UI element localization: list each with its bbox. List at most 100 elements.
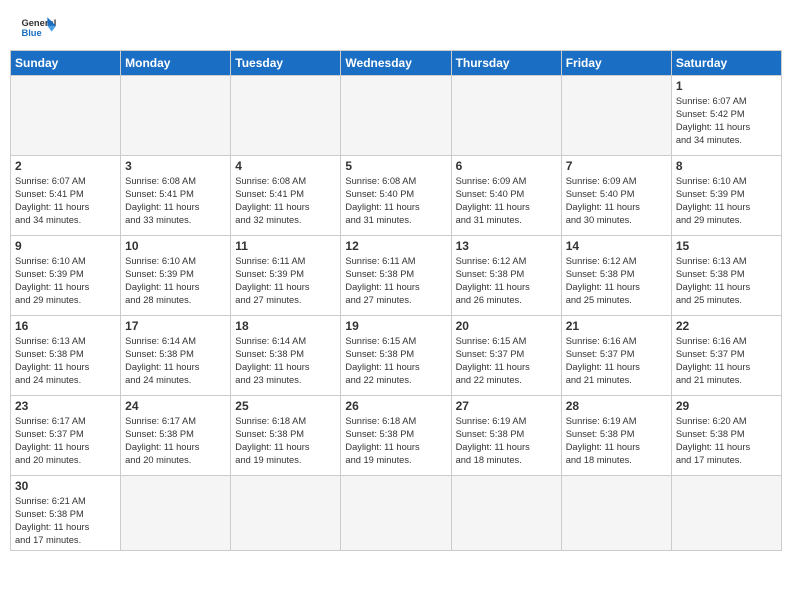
day-info: Sunrise: 6:21 AMSunset: 5:38 PMDaylight:…: [15, 495, 116, 547]
day-info: Sunrise: 6:08 AMSunset: 5:41 PMDaylight:…: [125, 175, 226, 227]
calendar-cell: 10 Sunrise: 6:10 AMSunset: 5:39 PMDayligh…: [121, 236, 231, 316]
day-info: Sunrise: 6:16 AMSunset: 5:37 PMDaylight:…: [566, 335, 667, 387]
calendar-cell: [561, 476, 671, 551]
calendar-cell: 7 Sunrise: 6:09 AMSunset: 5:40 PMDaylight…: [561, 156, 671, 236]
day-info: Sunrise: 6:09 AMSunset: 5:40 PMDaylight:…: [566, 175, 667, 227]
day-info: Sunrise: 6:11 AMSunset: 5:39 PMDaylight:…: [235, 255, 336, 307]
day-number: 25: [235, 399, 336, 413]
weekday-header-sunday: Sunday: [11, 51, 121, 76]
day-info: Sunrise: 6:15 AMSunset: 5:37 PMDaylight:…: [456, 335, 557, 387]
day-number: 6: [456, 159, 557, 173]
weekday-header-friday: Friday: [561, 51, 671, 76]
day-number: 19: [345, 319, 446, 333]
day-info: Sunrise: 6:12 AMSunset: 5:38 PMDaylight:…: [566, 255, 667, 307]
calendar-cell: [121, 476, 231, 551]
day-info: Sunrise: 6:09 AMSunset: 5:40 PMDaylight:…: [456, 175, 557, 227]
calendar-cell: 30Sunrise: 6:21 AMSunset: 5:38 PMDayligh…: [11, 476, 121, 551]
day-number: 8: [676, 159, 777, 173]
day-number: 1: [676, 79, 777, 93]
logo-area: General Blue: [20, 10, 56, 46]
day-number: 17: [125, 319, 226, 333]
calendar-cell: 23 Sunrise: 6:17 AMSunset: 5:37 PMDayligh…: [11, 396, 121, 476]
day-number: 21: [566, 319, 667, 333]
day-info: Sunrise: 6:18 AMSunset: 5:38 PMDaylight:…: [345, 415, 446, 467]
day-number: 4: [235, 159, 336, 173]
day-info: Sunrise: 6:18 AMSunset: 5:38 PMDaylight:…: [235, 415, 336, 467]
day-info: Sunrise: 6:10 AMSunset: 5:39 PMDaylight:…: [15, 255, 116, 307]
calendar-cell: 15 Sunrise: 6:13 AMSunset: 5:38 PMDayligh…: [671, 236, 781, 316]
day-number: 2: [15, 159, 116, 173]
calendar-cell: 17 Sunrise: 6:14 AMSunset: 5:38 PMDayligh…: [121, 316, 231, 396]
day-number: 5: [345, 159, 446, 173]
calendar-week-5: 23 Sunrise: 6:17 AMSunset: 5:37 PMDayligh…: [11, 396, 782, 476]
day-info: Sunrise: 6:08 AMSunset: 5:41 PMDaylight:…: [235, 175, 336, 227]
page-header: General Blue: [0, 0, 792, 50]
day-number: 16: [15, 319, 116, 333]
calendar-cell: 18Sunrise: 6:14 AMSunset: 5:38 PMDayligh…: [231, 316, 341, 396]
day-number: 22: [676, 319, 777, 333]
day-info: Sunrise: 6:15 AMSunset: 5:38 PMDaylight:…: [345, 335, 446, 387]
calendar-week-2: 2 Sunrise: 6:07 AMSunset: 5:41 PMDaylight…: [11, 156, 782, 236]
weekday-header-row: SundayMondayTuesdayWednesdayThursdayFrid…: [11, 51, 782, 76]
calendar-week-3: 9Sunrise: 6:10 AMSunset: 5:39 PMDaylight…: [11, 236, 782, 316]
calendar-cell: 26 Sunrise: 6:18 AMSunset: 5:38 PMDayligh…: [341, 396, 451, 476]
day-info: Sunrise: 6:07 AMSunset: 5:41 PMDaylight:…: [15, 175, 116, 227]
weekday-header-thursday: Thursday: [451, 51, 561, 76]
day-number: 14: [566, 239, 667, 253]
calendar-cell: 11 Sunrise: 6:11 AMSunset: 5:39 PMDayligh…: [231, 236, 341, 316]
calendar-cell: 5 Sunrise: 6:08 AMSunset: 5:40 PMDaylight…: [341, 156, 451, 236]
calendar-cell: [11, 76, 121, 156]
day-info: Sunrise: 6:10 AMSunset: 5:39 PMDaylight:…: [676, 175, 777, 227]
day-number: 18: [235, 319, 336, 333]
calendar-body: 1Sunrise: 6:07 AMSunset: 5:42 PMDaylight…: [11, 76, 782, 551]
svg-text:Blue: Blue: [21, 28, 41, 38]
calendar-cell: [231, 476, 341, 551]
calendar-cell: 3 Sunrise: 6:08 AMSunset: 5:41 PMDaylight…: [121, 156, 231, 236]
day-number: 29: [676, 399, 777, 413]
calendar-cell: [121, 76, 231, 156]
day-info: Sunrise: 6:10 AMSunset: 5:39 PMDaylight:…: [125, 255, 226, 307]
day-number: 13: [456, 239, 557, 253]
calendar-cell: 9Sunrise: 6:10 AMSunset: 5:39 PMDaylight…: [11, 236, 121, 316]
calendar-cell: [451, 76, 561, 156]
day-info: Sunrise: 6:19 AMSunset: 5:38 PMDaylight:…: [566, 415, 667, 467]
weekday-header-tuesday: Tuesday: [231, 51, 341, 76]
day-number: 27: [456, 399, 557, 413]
day-info: Sunrise: 6:13 AMSunset: 5:38 PMDaylight:…: [676, 255, 777, 307]
calendar-cell: 20Sunrise: 6:15 AMSunset: 5:37 PMDayligh…: [451, 316, 561, 396]
calendar-cell: 13Sunrise: 6:12 AMSunset: 5:38 PMDayligh…: [451, 236, 561, 316]
day-info: Sunrise: 6:08 AMSunset: 5:40 PMDaylight:…: [345, 175, 446, 227]
calendar-cell: 4 Sunrise: 6:08 AMSunset: 5:41 PMDaylight…: [231, 156, 341, 236]
weekday-header-wednesday: Wednesday: [341, 51, 451, 76]
calendar-cell: [451, 476, 561, 551]
day-info: Sunrise: 6:17 AMSunset: 5:38 PMDaylight:…: [125, 415, 226, 467]
day-info: Sunrise: 6:11 AMSunset: 5:38 PMDaylight:…: [345, 255, 446, 307]
calendar-cell: [341, 476, 451, 551]
generalblue-logo-icon: General Blue: [20, 10, 56, 46]
day-number: 10: [125, 239, 226, 253]
calendar-cell: 16Sunrise: 6:13 AMSunset: 5:38 PMDayligh…: [11, 316, 121, 396]
day-number: 15: [676, 239, 777, 253]
day-info: Sunrise: 6:14 AMSunset: 5:38 PMDaylight:…: [125, 335, 226, 387]
day-number: 23: [15, 399, 116, 413]
calendar-cell: [341, 76, 451, 156]
day-number: 11: [235, 239, 336, 253]
calendar-cell: 6 Sunrise: 6:09 AMSunset: 5:40 PMDaylight…: [451, 156, 561, 236]
calendar-cell: 29 Sunrise: 6:20 AMSunset: 5:38 PMDayligh…: [671, 396, 781, 476]
calendar-cell: 24 Sunrise: 6:17 AMSunset: 5:38 PMDayligh…: [121, 396, 231, 476]
day-info: Sunrise: 6:16 AMSunset: 5:37 PMDaylight:…: [676, 335, 777, 387]
day-number: 7: [566, 159, 667, 173]
calendar-cell: 14 Sunrise: 6:12 AMSunset: 5:38 PMDayligh…: [561, 236, 671, 316]
calendar-cell: 2 Sunrise: 6:07 AMSunset: 5:41 PMDaylight…: [11, 156, 121, 236]
day-number: 26: [345, 399, 446, 413]
calendar-cell: 21 Sunrise: 6:16 AMSunset: 5:37 PMDayligh…: [561, 316, 671, 396]
calendar-cell: [671, 476, 781, 551]
day-number: 24: [125, 399, 226, 413]
day-info: Sunrise: 6:17 AMSunset: 5:37 PMDaylight:…: [15, 415, 116, 467]
day-info: Sunrise: 6:20 AMSunset: 5:38 PMDaylight:…: [676, 415, 777, 467]
calendar-cell: 1Sunrise: 6:07 AMSunset: 5:42 PMDaylight…: [671, 76, 781, 156]
calendar-cell: 22 Sunrise: 6:16 AMSunset: 5:37 PMDayligh…: [671, 316, 781, 396]
weekday-header-monday: Monday: [121, 51, 231, 76]
day-number: 3: [125, 159, 226, 173]
calendar-cell: 12Sunrise: 6:11 AMSunset: 5:38 PMDayligh…: [341, 236, 451, 316]
